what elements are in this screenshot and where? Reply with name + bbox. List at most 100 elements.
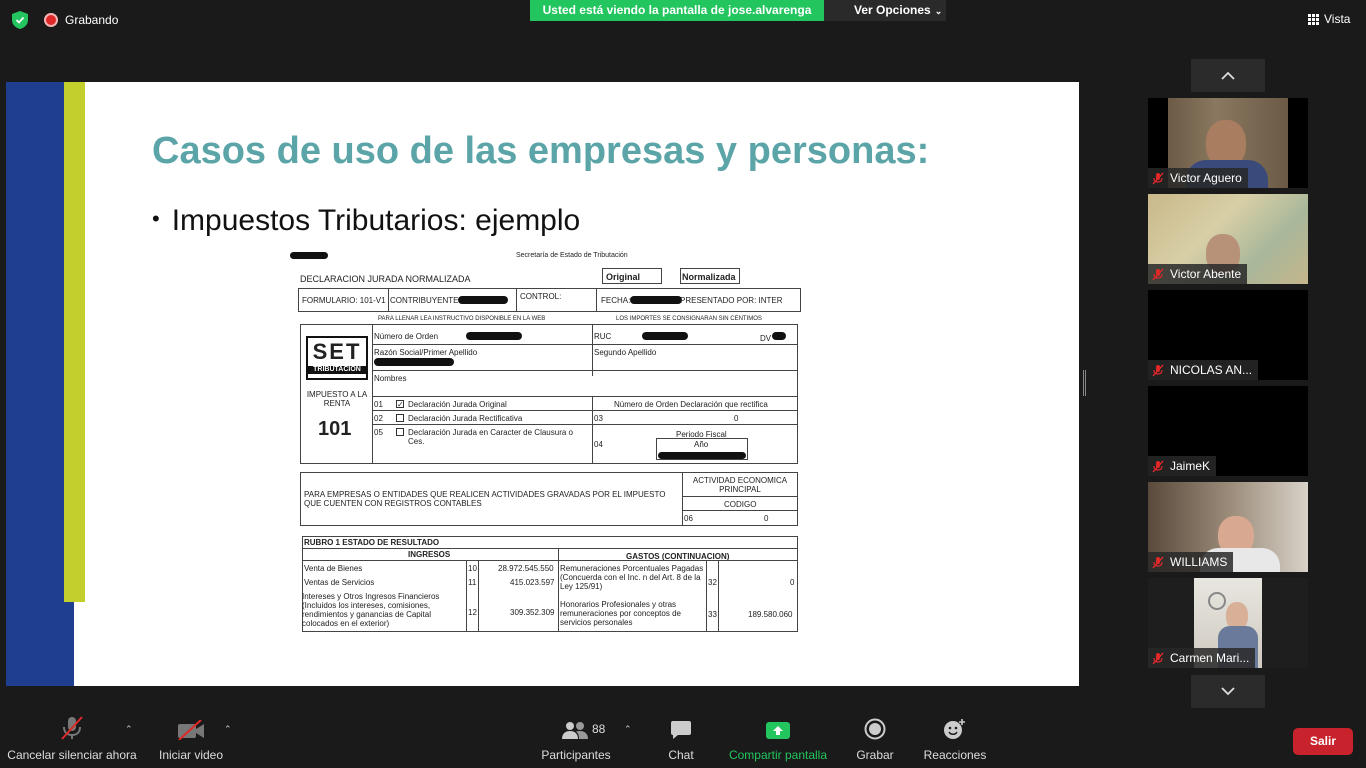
form-honorarios: Honorarios Profesionales y otras remuner… <box>560 600 681 627</box>
mic-off-icon <box>1152 364 1164 376</box>
recording-label: Grabando <box>65 13 119 27</box>
form-opt-original: Declaración Jurada Original <box>408 400 507 409</box>
checkbox-checked: ✓ <box>396 400 404 409</box>
chevron-up-icon <box>1221 71 1235 80</box>
form-presentado: PRESENTADO POR: INTER <box>680 296 783 305</box>
bullet-icon: • <box>152 206 160 231</box>
share-screen-button[interactable]: Compartir pantalla <box>724 712 832 768</box>
record-button[interactable]: Grabar <box>852 712 898 768</box>
form-numero-orden: Número de Orden <box>374 332 439 341</box>
participants-options-caret-icon[interactable]: ⌃ <box>624 724 632 735</box>
form-formulario: FORMULARIO: 101-V1 <box>302 296 386 305</box>
form-fecha: FECHA: <box>601 296 631 305</box>
redaction-mark <box>290 252 328 259</box>
panel-resize-handle[interactable] <box>1083 370 1086 396</box>
tax-form-scan: Secretaría de Estado de Tributación DECL… <box>290 250 801 632</box>
security-shield-icon[interactable] <box>12 11 28 29</box>
record-icon <box>864 718 886 740</box>
video-off-icon <box>178 720 204 740</box>
form-nombres: Nombres <box>374 374 407 383</box>
form-razon-social: Razón Social/Primer Apellido <box>374 348 478 357</box>
form-codigo: CODIGO <box>724 500 757 509</box>
reactions-button[interactable]: Reacciones <box>920 712 990 768</box>
unmute-button[interactable]: Cancelar silenciar ahora <box>6 712 138 768</box>
mic-off-icon <box>1152 652 1164 664</box>
form-venta-bienes: Venta de Bienes <box>304 564 363 573</box>
participant-name: WILLIAMS <box>1170 555 1228 569</box>
form-impuesto: IMPUESTO A LA RENTA <box>306 390 368 408</box>
participant-tile[interactable]: NICOLAS AN... <box>1148 290 1308 380</box>
recording-icon <box>44 13 58 27</box>
form-segundo-apellido: Segundo Apellido <box>594 348 657 357</box>
participants-label: Participantes <box>541 748 611 762</box>
form-importes: LOS IMPORTES SE CONSIGNARAN SIN CENTIMOS <box>616 316 762 322</box>
checkbox <box>396 414 404 422</box>
slide-bullet: • Impuestos Tributarios: ejemplo <box>152 204 581 237</box>
mic-off-icon <box>1152 172 1164 184</box>
slide-lime-bar <box>64 82 85 602</box>
form-ingresos: INGRESOS <box>408 550 451 559</box>
set-logo: SET TRIBUTACION <box>306 336 368 380</box>
participant-tile[interactable]: Carmen Mari... <box>1148 578 1308 668</box>
form-opt-clausura: Declaración Jurada en Caracter de Clausu… <box>408 428 573 446</box>
unmute-label: Cancelar silenciar ahora <box>7 748 137 762</box>
form-opt-rectificativa: Declaración Jurada Rectificativa <box>408 414 523 423</box>
form-intereses: Intereses y Otros Ingresos Financieros (… <box>302 592 440 628</box>
form-control: CONTROL: <box>520 292 562 301</box>
participants-icon <box>562 722 588 739</box>
shared-screen: Casos de uso de las empresas y personas:… <box>6 82 1079 686</box>
sharing-banner: Usted está viendo la pantalla de jose.al… <box>530 0 824 21</box>
start-video-label: Iniciar video <box>158 748 224 762</box>
participant-tile[interactable]: Victor Abente <box>1148 194 1308 284</box>
form-instructivo: PARA LLENAR LEA INSTRUCTIVO DISPONIBLE E… <box>378 316 546 322</box>
participant-tile[interactable]: JaimeK <box>1148 386 1308 476</box>
participants-button[interactable]: Participantes <box>538 712 614 768</box>
form-val-10: 28.972.545.550 <box>498 564 554 573</box>
view-options-button[interactable]: Ver Opciones ⌄ <box>824 0 946 21</box>
share-screen-icon <box>766 722 790 739</box>
form-val-33: 189.580.060 <box>748 610 793 619</box>
audio-options-caret-icon[interactable]: ⌃ <box>125 724 133 735</box>
form-dv: DV <box>760 334 772 343</box>
participant-tile[interactable]: Victor Aguero <box>1148 98 1308 188</box>
form-original: Original <box>606 272 641 282</box>
chat-label: Chat <box>668 748 694 762</box>
form-contribuyente: CONTRIBUYENTE <box>390 296 459 305</box>
mic-muted-icon <box>61 716 83 740</box>
mic-off-icon <box>1152 556 1164 568</box>
chat-icon <box>671 721 691 739</box>
wall-seal <box>1208 592 1226 610</box>
scroll-up-button[interactable] <box>1191 59 1265 92</box>
participant-name: JaimeK <box>1170 459 1211 473</box>
form-val-11: 415.023.597 <box>510 578 555 587</box>
chat-button[interactable]: Chat <box>660 712 702 768</box>
mic-off-icon <box>1152 460 1164 472</box>
leave-button[interactable]: Salir <box>1293 728 1353 755</box>
reactions-smiley-icon <box>944 719 965 739</box>
meeting-toolbar: Cancelar silenciar ahora ⌃ Iniciar video… <box>0 712 1366 768</box>
participant-name: Carmen Mari... <box>1170 651 1250 665</box>
view-button[interactable]: Vista <box>1308 12 1350 26</box>
participant-name: NICOLAS AN... <box>1170 363 1253 377</box>
form-num-orden-rectifica: Número de Orden Declaración que rectific… <box>614 400 768 409</box>
form-anio: Año <box>694 440 709 449</box>
form-actividad: ACTIVIDAD ECONOMICA PRINCIPAL <box>692 476 788 494</box>
reactions-label: Reacciones <box>923 748 987 762</box>
form-rubro: RUBRO 1 ESTADO DE RESULTADO <box>304 538 440 547</box>
scroll-down-button[interactable] <box>1191 675 1265 708</box>
form-val-12: 309.352.309 <box>510 608 555 617</box>
slide-title: Casos de uso de las empresas y personas: <box>152 130 930 172</box>
start-video-button[interactable]: Iniciar video <box>152 712 230 768</box>
checkbox <box>396 428 404 436</box>
share-screen-label: Compartir pantalla <box>728 748 828 762</box>
video-options-caret-icon[interactable]: ⌃ <box>224 724 232 735</box>
form-normalizada: Normalizada <box>682 272 736 282</box>
participant-name: Victor Abente <box>1170 267 1242 281</box>
form-venta-servicios: Ventas de Servicios <box>304 578 375 587</box>
participant-tile[interactable]: WILLIAMS <box>1148 482 1308 572</box>
record-label: Grabar <box>856 748 894 762</box>
form-ruc: RUC <box>594 332 612 341</box>
form-remuneraciones: Remuneraciones Porcentuales Pagadas (Con… <box>560 564 704 591</box>
participants-count: 88 <box>592 722 606 736</box>
participant-name: Victor Aguero <box>1170 171 1242 185</box>
